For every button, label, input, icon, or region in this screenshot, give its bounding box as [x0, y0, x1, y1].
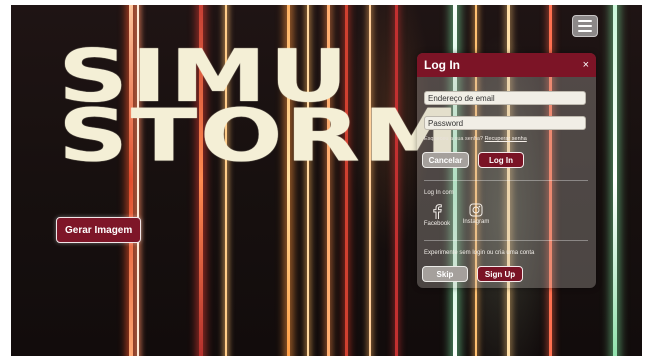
hamburger-icon-bar: [578, 30, 592, 32]
guest-text: Experimente sem login ou cria uma conta: [424, 250, 535, 256]
hero-title: SIMU STORM: [58, 40, 462, 171]
hero-title-line2: STORM: [58, 93, 463, 178]
login-submit-button[interactable]: Log In: [478, 152, 524, 168]
login-modal-title: Log In: [424, 58, 460, 72]
hamburger-icon-bar: [578, 25, 592, 27]
instagram-icon: [469, 203, 483, 217]
email-field[interactable]: [424, 91, 586, 105]
skip-button[interactable]: Skip: [422, 266, 468, 282]
facebook-label: Facebook: [423, 221, 451, 227]
menu-button[interactable]: [572, 15, 598, 37]
instagram-login[interactable]: Instagram: [461, 203, 491, 225]
light-streak: [613, 5, 617, 356]
divider: [424, 180, 588, 181]
close-icon[interactable]: ×: [583, 59, 589, 71]
facebook-icon: [433, 204, 442, 219]
login-modal: Log In × Esqueceu a sua senha? Recuperar…: [417, 53, 596, 288]
hero-background: SIMU STORM Gerar Imagem Log In × Esquece…: [11, 5, 642, 356]
forgot-password-text: Esqueceu a sua senha? Recuperar senha: [424, 136, 527, 142]
recover-password-link[interactable]: Recuperar senha: [485, 136, 527, 142]
forgot-password-label: Esqueceu a sua senha?: [424, 136, 484, 142]
cancel-button[interactable]: Cancelar: [422, 152, 469, 168]
instagram-label: Instagram: [462, 219, 490, 225]
login-modal-header: Log In ×: [417, 53, 596, 77]
social-login-heading: Log In com: [424, 190, 454, 196]
facebook-login[interactable]: Facebook: [423, 203, 451, 227]
hamburger-icon: [578, 20, 592, 22]
sign-up-button[interactable]: Sign Up: [477, 266, 523, 282]
generate-image-button[interactable]: Gerar Imagem: [56, 217, 142, 243]
divider: [424, 240, 588, 241]
password-field[interactable]: [424, 116, 586, 130]
